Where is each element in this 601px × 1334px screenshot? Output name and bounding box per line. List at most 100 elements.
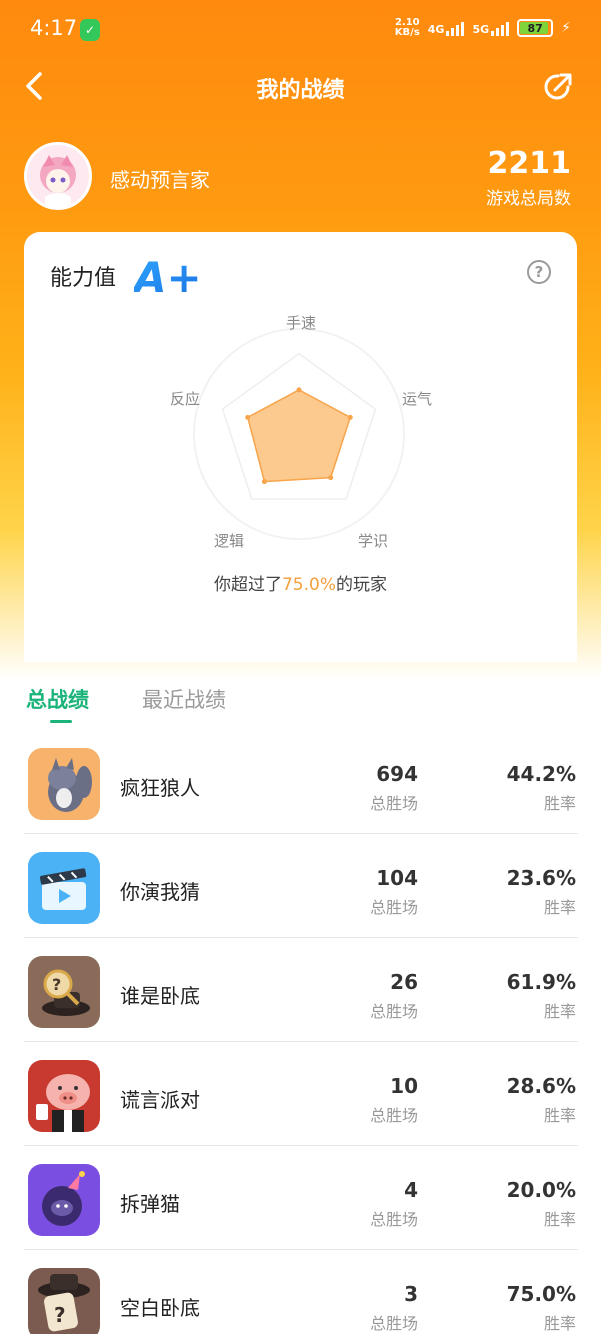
- total-wins: 26 总胜场: [370, 970, 418, 1022]
- wins-value: 694: [376, 762, 418, 786]
- rate-value: 61.9%: [506, 970, 576, 994]
- win-rate: 44.2% 胜率: [507, 762, 576, 814]
- rate-value: 28.6%: [506, 1074, 576, 1098]
- game-row[interactable]: 拆弹猫 4 总胜场 20.0% 胜率: [24, 1146, 578, 1250]
- axis-label-luck: 运气: [402, 390, 433, 408]
- rate-value: 44.2%: [506, 762, 576, 786]
- rate-label: 胜率: [543, 794, 576, 813]
- rate-label: 胜率: [543, 1106, 576, 1125]
- page-title: 我的战绩: [256, 78, 345, 103]
- total-wins: 694 总胜场: [370, 762, 418, 814]
- wins-value: 4: [404, 1178, 418, 1202]
- magnifier-hat-icon: ?: [28, 956, 100, 1028]
- wins-label: 总胜场: [369, 1314, 418, 1333]
- total-wins: 4 总胜场: [370, 1178, 418, 1230]
- beat-percent: 75.0%: [281, 575, 336, 595]
- svg-text:?: ?: [54, 1303, 66, 1327]
- beat-players-text: 你超过了75.0%的玩家: [24, 570, 577, 595]
- total-games-count: 2211: [487, 146, 572, 181]
- axis-label-knowledge: 学识: [358, 532, 389, 550]
- game-record-list: 疯狂狼人 694 总胜场 44.2% 胜率 你演我猜 104 总胜场 23.6% 胜率 …: [24, 730, 578, 1334]
- signal-4g-label: 4G: [427, 23, 445, 36]
- rate-label: 胜率: [543, 1002, 576, 1021]
- win-rate: 23.6% 胜率: [507, 866, 576, 918]
- radar-point: [347, 414, 353, 420]
- wins-label: 总胜场: [369, 1002, 418, 1021]
- tab-total-record[interactable]: 总战绩: [26, 684, 89, 723]
- radar-value-shape: [246, 389, 352, 483]
- game-row[interactable]: ? 空白卧底 3 总胜场 75.0% 胜率: [24, 1250, 578, 1334]
- game-row[interactable]: ? 谁是卧底 26 总胜场 61.9% 胜率: [24, 938, 578, 1042]
- help-icon[interactable]: ?: [527, 260, 551, 284]
- bomb-cat-icon: [28, 1164, 100, 1236]
- game-name: 你演我猜: [120, 880, 200, 904]
- pig-icon: [28, 1060, 100, 1132]
- status-indicators: 2.10 KB/s 4G 5G 87 ⚡: [395, 18, 571, 38]
- ability-title: 能力值: [50, 266, 117, 291]
- avatar[interactable]: [24, 142, 92, 210]
- radar-chart: [193, 328, 405, 540]
- ability-card: 能力值 A+ ? 手速 运气 学识 逻辑 反应 你超过了75.0%的玩家: [24, 232, 577, 662]
- axis-label-reaction: 反应: [170, 390, 201, 408]
- win-rate: 28.6% 胜率: [507, 1074, 576, 1126]
- rate-value: 20.0%: [506, 1178, 576, 1202]
- wins-value: 10: [390, 1074, 418, 1098]
- wins-label: 总胜场: [369, 1106, 418, 1125]
- rate-label: 胜率: [543, 1210, 576, 1229]
- grade-badge: A+: [134, 254, 202, 298]
- question-hat-icon: ?: [28, 1268, 100, 1334]
- nickname: 感动预言家: [110, 168, 210, 192]
- nav-bar: 我的战绩: [0, 60, 601, 114]
- rate-value: 23.6%: [506, 866, 576, 890]
- tab-recent-record[interactable]: 最近战绩: [142, 684, 226, 714]
- game-name: 谎言派对: [120, 1088, 200, 1112]
- signal-5g: 5G: [472, 20, 510, 36]
- share-icon[interactable]: [541, 70, 575, 104]
- wins-label: 总胜场: [369, 1210, 418, 1229]
- rate-label: 胜率: [543, 1314, 576, 1333]
- win-rate: 75.0% 胜率: [507, 1282, 576, 1334]
- total-wins: 104 总胜场: [370, 866, 418, 918]
- network-speed-unit: KB/s: [394, 27, 420, 38]
- radar-point: [296, 387, 302, 393]
- wins-label: 总胜场: [369, 898, 418, 917]
- game-name: 拆弹猫: [120, 1192, 180, 1216]
- signal-bars-icon: [446, 20, 465, 36]
- wins-value: 104: [376, 866, 418, 890]
- status-time: 4:17: [30, 16, 78, 40]
- battery-icon: 87: [517, 19, 554, 37]
- radar-point: [261, 479, 267, 485]
- wolf-icon: [28, 748, 100, 820]
- total-wins: 10 总胜场: [370, 1074, 418, 1126]
- signal-5g-label: 5G: [472, 23, 490, 36]
- game-row[interactable]: 你演我猜 104 总胜场 23.6% 胜率: [24, 834, 578, 938]
- wins-value: 26: [390, 970, 418, 994]
- clapperboard-icon: [28, 852, 100, 924]
- radar-point: [328, 475, 334, 481]
- radar-point: [245, 414, 251, 420]
- rate-label: 胜率: [543, 898, 576, 917]
- game-row[interactable]: 疯狂狼人 694 总胜场 44.2% 胜率: [24, 730, 578, 834]
- record-tabs: 总战绩 最近战绩: [26, 684, 576, 724]
- game-name: 空白卧底: [120, 1296, 200, 1320]
- shield-icon: ✓: [80, 19, 100, 41]
- network-speed: 2.10 KB/s: [395, 18, 420, 38]
- beat-prefix: 你超过了: [213, 575, 282, 595]
- game-name: 谁是卧底: [120, 984, 200, 1008]
- axis-label-logic: 逻辑: [214, 532, 245, 550]
- profile-header: 感动预言家 2211 游戏总局数: [24, 142, 577, 212]
- game-row[interactable]: 谎言派对 10 总胜场 28.6% 胜率: [24, 1042, 578, 1146]
- rate-value: 75.0%: [506, 1282, 576, 1306]
- charging-icon: ⚡: [561, 20, 571, 36]
- win-rate: 20.0% 胜率: [507, 1178, 576, 1230]
- status-bar: 4:17 ✓ 2.10 KB/s 4G 5G 87 ⚡: [0, 0, 601, 60]
- wins-label: 总胜场: [369, 794, 418, 813]
- win-rate: 61.9% 胜率: [507, 970, 576, 1022]
- game-name: 疯狂狼人: [120, 776, 200, 800]
- wins-value: 3: [404, 1282, 418, 1306]
- signal-bars-icon: [491, 20, 510, 36]
- grade-text: A+: [134, 254, 202, 298]
- axis-label-speed: 手速: [286, 314, 317, 332]
- beat-suffix: 的玩家: [336, 575, 387, 595]
- signal-4g: 4G: [428, 20, 465, 36]
